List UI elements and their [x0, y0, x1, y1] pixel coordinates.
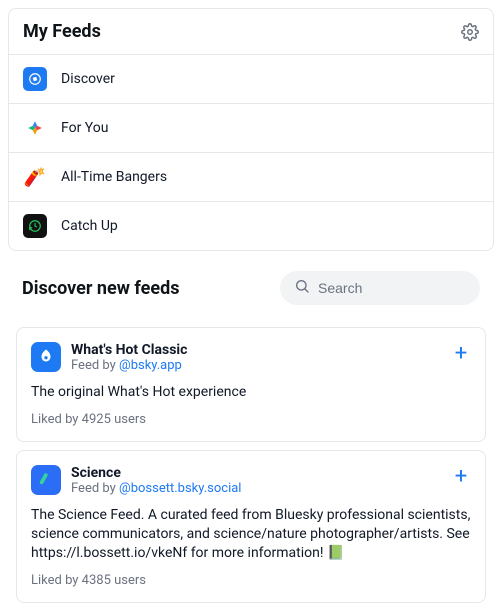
feed-item-label: For You — [61, 120, 108, 136]
my-feeds-title: My Feeds — [23, 21, 101, 42]
feed-card-desc: The Science Feed. A curated feed from Bl… — [31, 506, 471, 563]
discover-header: Discover new feeds — [8, 259, 494, 319]
feed-avatar-icon — [31, 342, 61, 372]
search-icon — [294, 278, 310, 298]
feed-card-name: Science — [71, 465, 241, 481]
feed-item-label: Catch Up — [61, 218, 118, 234]
feed-item-for-you[interactable]: For You — [9, 104, 493, 153]
feed-item-label: Discover — [61, 71, 115, 87]
add-feed-button[interactable]: + — [449, 342, 473, 366]
search-input[interactable] — [318, 280, 466, 296]
feed-card-science[interactable]: + Science Feed by @bossett.bsky.social T… — [16, 450, 486, 603]
feed-card-handle: @bossett.bsky.social — [119, 481, 241, 496]
feed-item-discover[interactable]: Discover — [9, 55, 493, 104]
feed-card-desc: The original What's Hot experience — [31, 383, 471, 402]
feed-card-byline: Feed by @bossett.bsky.social — [71, 481, 241, 496]
feed-avatar-icon — [31, 465, 61, 495]
feed-card-whats-hot-classic[interactable]: + What's Hot Classic Feed by @bsky.app T… — [16, 327, 486, 442]
feed-card-name: What's Hot Classic — [71, 342, 187, 358]
gear-icon[interactable] — [461, 23, 479, 41]
feed-item-bangers[interactable]: 🧨 All-Time Bangers — [9, 153, 493, 202]
for-you-icon — [23, 116, 47, 140]
discover-section: Discover new feeds + What's Hot Classic … — [8, 259, 494, 603]
card-header: What's Hot Classic Feed by @bsky.app — [31, 342, 471, 373]
feed-card-likes: Liked by 4385 users — [31, 573, 471, 588]
feed-card-handle: @bsky.app — [119, 358, 182, 373]
feed-item-catch-up[interactable]: Catch Up — [9, 202, 493, 250]
discover-title: Discover new feeds — [22, 278, 179, 299]
feed-item-label: All-Time Bangers — [61, 169, 167, 185]
add-feed-button[interactable]: + — [449, 465, 473, 489]
my-feeds-panel: My Feeds Discover For You 🧨 All-Time Ban… — [8, 8, 494, 251]
feed-card-likes: Liked by 4925 users — [31, 412, 471, 427]
card-header: Science Feed by @bossett.bsky.social — [31, 465, 471, 496]
discover-icon — [23, 67, 47, 91]
search-field[interactable] — [280, 271, 480, 305]
catch-up-icon — [23, 214, 47, 238]
firecracker-icon: 🧨 — [23, 165, 47, 189]
my-feeds-header: My Feeds — [9, 9, 493, 55]
feed-card-byline: Feed by @bsky.app — [71, 358, 187, 373]
